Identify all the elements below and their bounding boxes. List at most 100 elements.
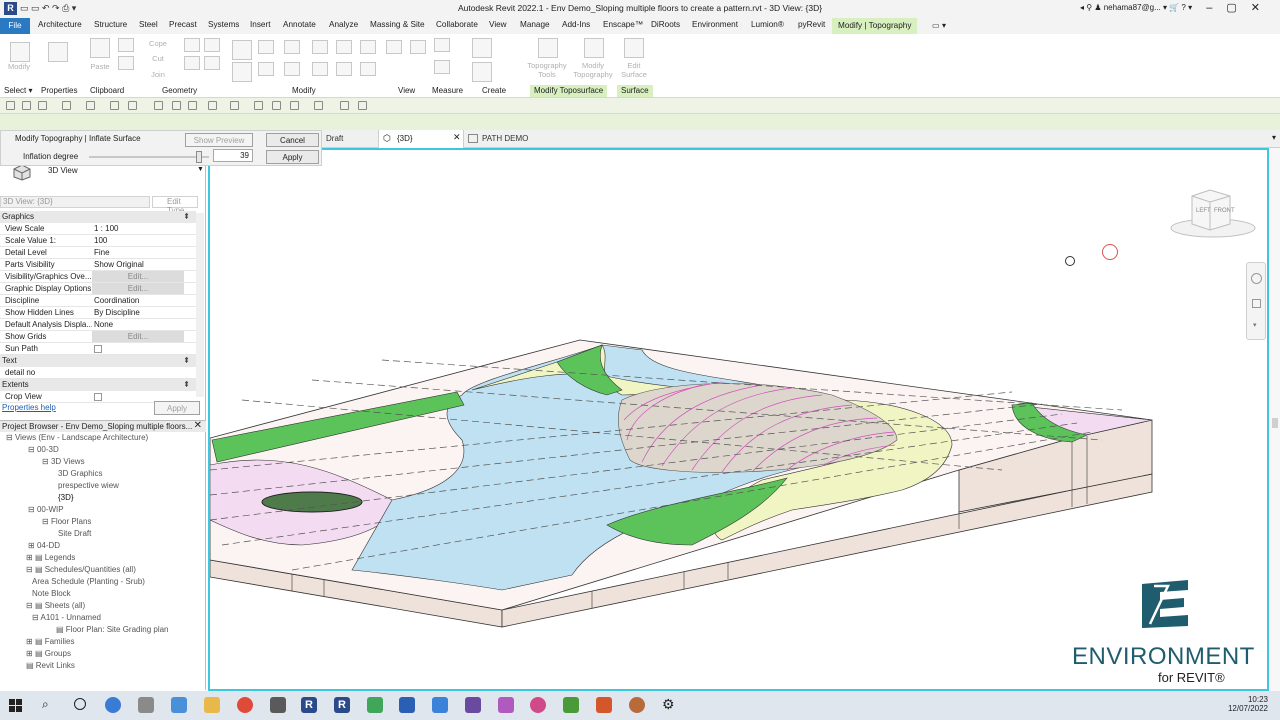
app-icon[interactable] <box>367 697 383 713</box>
app-icon[interactable] <box>498 697 514 713</box>
property-row[interactable]: Sun Path <box>0 343 196 355</box>
tab-file[interactable]: File <box>0 18 30 34</box>
view-cube-front[interactable]: FRONT <box>1214 208 1235 214</box>
property-value[interactable]: Coordination <box>94 296 139 305</box>
tab-add-ins[interactable]: Add-Ins <box>562 20 590 29</box>
section-graphics[interactable]: Graphics ⇞ <box>0 211 196 223</box>
tree-item[interactable]: ⊟ ▤ Sheets (all) <box>26 601 85 610</box>
property-row[interactable]: Scale Value 1: 100 <box>0 235 196 247</box>
tree-item[interactable]: ⊟ Floor Plans <box>42 517 91 526</box>
user-account[interactable]: ◂ ⚲ ♟ nehama87@g... ▾ 🛒 ? ▾ <box>1080 3 1192 12</box>
tree-item[interactable]: ⊟ 00-WIP <box>28 505 64 514</box>
edit-type-button[interactable]: Edit Type <box>152 196 198 215</box>
tree-item[interactable]: Site Draft <box>58 529 91 538</box>
inflation-slider-thumb[interactable] <box>196 151 203 163</box>
close-hidden-icon[interactable] <box>272 101 281 110</box>
property-value[interactable]: Show Original <box>94 260 144 269</box>
property-row[interactable]: Default Analysis Displa... None <box>0 319 196 331</box>
cut-clip-icon[interactable] <box>118 38 134 52</box>
window-icon[interactable] <box>314 101 323 110</box>
properties-icon[interactable] <box>48 42 68 62</box>
pin-icon[interactable] <box>360 40 376 54</box>
property-row-detail-no[interactable]: detail no <box>0 367 196 379</box>
chrome-icon[interactable] <box>237 697 253 713</box>
rotate-icon[interactable] <box>284 62 300 76</box>
zoom-app-icon[interactable] <box>432 697 448 713</box>
windows-start-icon[interactable] <box>9 699 22 712</box>
search-icon[interactable]: ⌕ <box>42 697 49 712</box>
type-selector[interactable]: 3D View <box>48 166 78 175</box>
edit-button[interactable]: Edit... <box>92 271 184 282</box>
tab-modify-topography[interactable]: Modify | Topography <box>832 18 918 34</box>
collapse-icon[interactable]: ⇞ <box>183 212 190 221</box>
task-view-icon[interactable] <box>74 698 86 710</box>
property-row[interactable]: Visibility/Graphics Ove... Edit... <box>0 271 196 283</box>
tree-item[interactable]: ⊟ A101 - Unnamed <box>32 613 101 622</box>
tree-item[interactable]: Note Block <box>32 589 71 598</box>
property-row[interactable]: Discipline Coordination <box>0 295 196 307</box>
tab-draft[interactable]: Draft <box>326 134 343 143</box>
tag-icon[interactable] <box>172 101 181 110</box>
tab-pyrevit[interactable]: pyRevit <box>798 20 825 29</box>
section-icon[interactable] <box>230 101 239 110</box>
geometry-tool-icon[interactable] <box>184 38 200 52</box>
redo-icon[interactable] <box>86 101 95 110</box>
collapse-icon[interactable]: ⊟ <box>42 457 51 466</box>
collapse-icon[interactable]: ⊟ <box>26 565 35 574</box>
window-controls[interactable]: –▢✕ <box>1206 1 1274 14</box>
file-explorer-icon[interactable] <box>204 697 220 713</box>
edit-surface-icon[interactable] <box>624 38 644 58</box>
navigation-bar[interactable]: ▾ <box>1246 262 1266 340</box>
view-tool-icon[interactable] <box>386 40 402 54</box>
tab-environment[interactable]: Environment <box>692 20 738 29</box>
measure-icon[interactable] <box>434 38 450 52</box>
close-icon[interactable]: ✕ <box>194 420 202 431</box>
offset-icon[interactable] <box>258 40 274 54</box>
modify-cursor-icon[interactable] <box>10 42 30 62</box>
collapse-icon[interactable]: ⊟ <box>28 445 37 454</box>
app-icon[interactable] <box>138 697 154 713</box>
app-icon[interactable] <box>563 697 579 713</box>
switch-windows-icon[interactable] <box>290 101 299 110</box>
align-icon[interactable] <box>232 40 252 60</box>
trim-icon[interactable] <box>312 40 328 54</box>
tree-item[interactable]: ⊞ 04-DD <box>28 541 60 550</box>
select-window-icon[interactable] <box>340 101 349 110</box>
view-tool-icon[interactable] <box>410 40 426 54</box>
view-cube-left[interactable]: LEFT <box>1196 208 1211 214</box>
inflation-degree-input[interactable]: 39 <box>213 149 253 162</box>
tree-item[interactable]: ⊟ 3D Views <box>42 457 85 466</box>
crop-view-checkbox[interactable] <box>94 393 102 401</box>
collapse-icon[interactable]: ⊟ <box>42 517 51 526</box>
property-value[interactable]: 1 : 100 <box>94 224 118 233</box>
tree-item[interactable]: Area Schedule (Planting - Srub) <box>32 577 145 586</box>
sync-icon[interactable] <box>38 101 47 110</box>
join-label[interactable]: Join <box>140 70 176 79</box>
tree-item[interactable]: ⊟ 00-3D <box>28 445 59 454</box>
tab-annotate[interactable]: Annotate <box>283 20 316 29</box>
tab-3d-active[interactable]: ⬡ {3D} ✕ <box>378 130 464 148</box>
properties-scrollbar[interactable] <box>196 213 204 397</box>
open-icon[interactable] <box>6 101 15 110</box>
expand-icon[interactable]: ⊞ <box>26 553 35 562</box>
geometry-tool-icon[interactable] <box>184 56 200 70</box>
tab-lumion[interactable]: Lumion® <box>751 20 784 29</box>
clock[interactable]: 10:23 12/07/2022 <box>1228 695 1268 713</box>
cut-label[interactable]: Cut <box>140 54 176 63</box>
tree-item[interactable]: prespective wiew <box>58 481 119 490</box>
property-value[interactable]: By Discipline <box>94 308 140 317</box>
text-icon[interactable] <box>188 101 197 110</box>
geometry-tool-icon[interactable] <box>204 56 220 70</box>
tab-systems[interactable]: Systems <box>208 20 239 29</box>
show-preview-button[interactable]: Show Preview <box>185 133 253 147</box>
expand-icon[interactable]: ⊞ <box>26 637 35 646</box>
cancel-button[interactable]: Cancel <box>266 133 319 147</box>
print-icon[interactable] <box>110 101 119 110</box>
property-row[interactable]: Parts Visibility Show Original <box>0 259 196 271</box>
inflation-slider[interactable] <box>89 151 209 163</box>
word-icon[interactable] <box>399 697 415 713</box>
collapse-icon[interactable]: ⊟ <box>6 433 15 442</box>
type-dropdown-icon[interactable]: ▼ <box>197 166 204 173</box>
powerpoint-icon[interactable] <box>596 697 612 713</box>
property-row[interactable]: Detail Level Fine <box>0 247 196 259</box>
